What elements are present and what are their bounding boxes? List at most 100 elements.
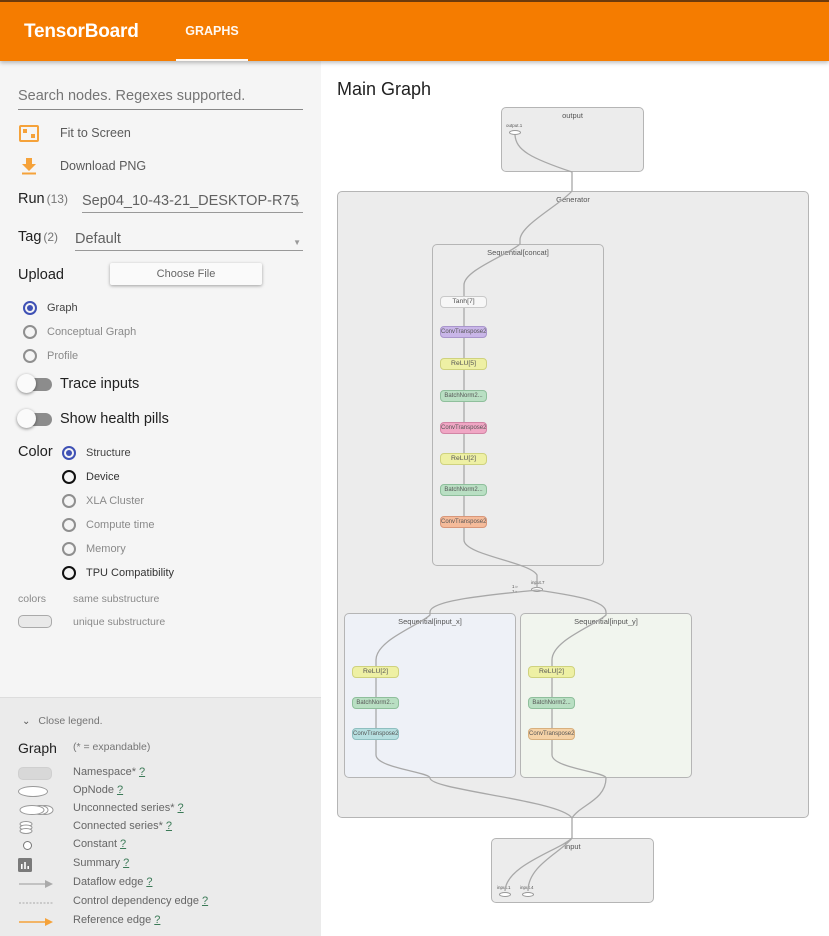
color-label: Color [18, 444, 53, 460]
op-node-relu[interactable]: ReLU[2] [528, 666, 575, 678]
download-png-label: Download PNG [60, 159, 147, 173]
legend-item-opnode: OpNode? [0, 782, 321, 800]
trace-inputs-toggle[interactable]: Trace inputs [17, 373, 140, 393]
radio-indicator [23, 325, 37, 339]
help-link[interactable]: ? [117, 784, 123, 796]
radio-label: Graph [47, 302, 78, 314]
download-png-button[interactable]: Download PNG [18, 155, 146, 177]
op-node-batchnorm[interactable]: BatchNorm2... [440, 390, 487, 402]
dropdown-caret-icon: ▼ [293, 238, 301, 247]
legend-item-namespace: Namespace*? [0, 764, 321, 782]
tag-count: (2) [43, 230, 59, 244]
control-dependency-edge-icon [18, 896, 54, 909]
radio-color-compute-time[interactable]: Compute time [62, 518, 154, 532]
help-link[interactable]: ? [166, 820, 172, 832]
legend-item-label: Connected series*? [73, 820, 173, 832]
sidebar: Search nodes. Regexes supported. Fit to … [0, 61, 321, 697]
legend-item-reference-edge: Reference edge? [0, 912, 321, 930]
toggle-knob [17, 373, 36, 393]
radio-label: XLA Cluster [86, 495, 145, 507]
op-node-relu[interactable]: ReLU[2] [352, 666, 399, 678]
edge [536, 589, 607, 666]
run-count: (13) [46, 192, 68, 206]
run-label-text: Run [18, 191, 45, 207]
op-node-tanh[interactable]: Tanh[7] [440, 296, 487, 308]
radio-conceptual-graph[interactable]: Conceptual Graph [23, 325, 136, 339]
unconnected-series-icon [18, 803, 54, 816]
radio-indicator [62, 518, 76, 532]
help-link[interactable]: ? [178, 802, 184, 814]
legend-item-label: Dataflow edge? [73, 876, 153, 888]
toggle-track[interactable] [17, 373, 52, 393]
toggle-label: Show health pills [60, 411, 169, 427]
run-label: Run (13) [18, 191, 68, 207]
graph-legend: ⌄ Close legend. Graph (* = expandable) N… [0, 697, 321, 936]
graph-canvas[interactable]: output output.1 Generator Sequential[con… [330, 100, 829, 936]
legend-item-label: Constant? [73, 838, 127, 850]
fit-to-screen-icon [18, 122, 40, 144]
run-select[interactable]: Sep04_10-43-21_DESKTOP-R75 ▼ [82, 191, 303, 213]
close-legend-button[interactable]: ⌄ Close legend. [22, 715, 103, 727]
radio-color-xla-cluster[interactable]: XLA Cluster [62, 494, 144, 508]
radio-indicator [62, 542, 76, 556]
op-node-convtranspose[interactable]: ConvTranspose2... [440, 326, 487, 338]
toggle-label: Trace inputs [60, 376, 140, 392]
radio-color-structure[interactable]: Structure [62, 446, 131, 460]
opnode-icon [18, 785, 54, 798]
op-node-relu[interactable]: ReLU[2] [440, 453, 487, 465]
radio-indicator [62, 494, 76, 508]
run-select-value: Sep04_10-43-21_DESKTOP-R75 [82, 193, 299, 209]
help-link[interactable]: ? [123, 857, 129, 869]
radio-label: Structure [86, 447, 131, 459]
help-link[interactable]: ? [202, 895, 208, 907]
reference-edge-icon [18, 915, 54, 928]
main-graph-title: Main Graph [337, 79, 432, 99]
op-node-convtranspose[interactable]: ConvTranspose2... [352, 728, 399, 740]
op-node-batchnorm[interactable]: BatchNorm2... [528, 697, 575, 709]
legend-item-label: Namespace*? [73, 766, 146, 778]
radio-label: Conceptual Graph [47, 326, 137, 338]
radio-profile[interactable]: Profile [23, 349, 78, 363]
op-node-convtranspose[interactable]: ConvTranspose2... [440, 516, 487, 528]
tag-label: Tag (2) [18, 229, 58, 245]
radio-label: Memory [86, 543, 126, 555]
radio-color-tpu-compatibility[interactable]: TPU Compatibility [62, 566, 174, 580]
help-link[interactable]: ? [120, 838, 126, 850]
constant-icon [18, 839, 54, 852]
help-link[interactable]: ? [154, 914, 160, 926]
radio-label: TPU Compatibility [86, 567, 175, 579]
tag-select[interactable]: Default ▼ [75, 229, 303, 251]
choose-file-button[interactable]: Choose File [110, 263, 262, 285]
radio-color-memory[interactable]: Memory [62, 542, 126, 556]
op-node-batchnorm[interactable]: BatchNorm2... [440, 484, 487, 496]
legend-item-summary: Summary? [0, 855, 321, 873]
legend-subtitle: (* = expandable) [73, 741, 151, 753]
legend-item-constant: Constant? [0, 836, 321, 854]
colors-legend-label: colors [18, 593, 47, 605]
unique-substructure-label: unique substructure [73, 616, 166, 628]
radio-indicator [23, 349, 37, 363]
op-node-convtranspose[interactable]: ConvTranspose2... [528, 728, 575, 740]
download-icon [18, 155, 40, 177]
help-link[interactable]: ? [139, 766, 145, 778]
search-nodes-input[interactable]: Search nodes. Regexes supported. [18, 86, 303, 110]
legend-item-connected-series: Connected series*? [0, 818, 321, 836]
radio-graph[interactable]: Graph [23, 301, 78, 315]
radio-label: Compute time [86, 519, 155, 531]
edge [514, 134, 573, 191]
op-node-convtranspose[interactable]: ConvTranspose2... [440, 422, 487, 434]
radio-indicator [62, 470, 76, 484]
radio-color-device[interactable]: Device [62, 470, 120, 484]
op-node-relu[interactable]: ReLU[5] [440, 358, 487, 370]
edge [375, 589, 538, 666]
fit-to-screen-button[interactable]: Fit to Screen [18, 122, 131, 144]
graph-edges [375, 134, 607, 892]
radio-indicator [62, 566, 76, 580]
toggle-track[interactable] [17, 408, 52, 428]
tab-graphs[interactable]: GRAPHS [176, 2, 248, 61]
edge [504, 818, 573, 892]
show-health-pills-toggle[interactable]: Show health pills [17, 408, 169, 428]
legend-title: Graph [18, 740, 57, 756]
help-link[interactable]: ? [146, 876, 152, 888]
op-node-batchnorm[interactable]: BatchNorm2... [352, 697, 399, 709]
